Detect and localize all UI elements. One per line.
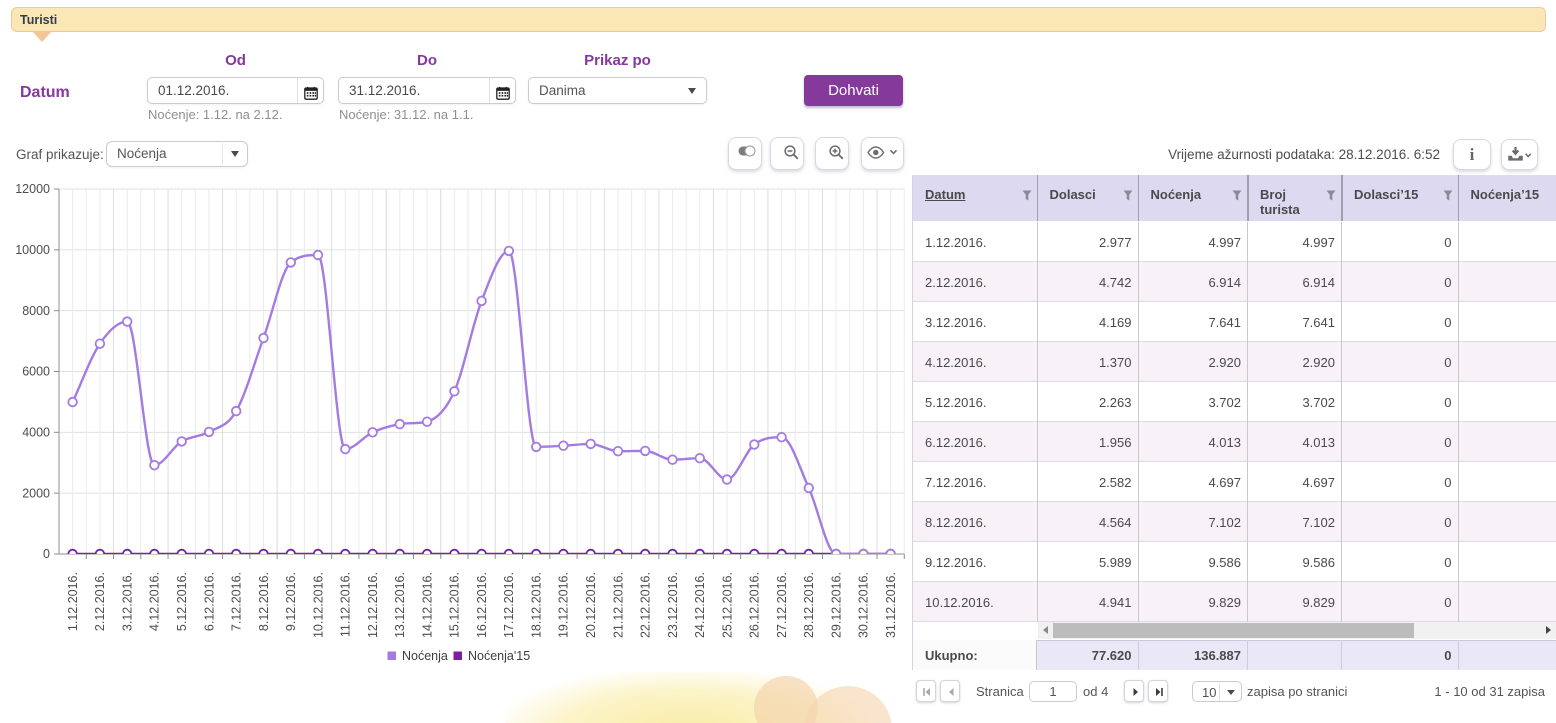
svg-text:21.12.2016.: 21.12.2016. [611,572,625,638]
svg-text:4.12.2016.: 4.12.2016. [148,572,162,631]
svg-text:30.12.2016.: 30.12.2016. [857,572,871,638]
svg-text:2.12.2016.: 2.12.2016. [93,572,107,631]
svg-text:12000: 12000 [15,182,50,196]
svg-text:8000: 8000 [22,304,50,318]
svg-text:24.12.2016.: 24.12.2016. [693,572,707,638]
svg-text:Noćenja'15: Noćenja'15 [468,649,530,663]
svg-text:27.12.2016.: 27.12.2016. [775,572,789,638]
svg-text:13.12.2016.: 13.12.2016. [393,572,407,638]
svg-text:14.12.2016.: 14.12.2016. [420,572,434,638]
svg-text:4000: 4000 [22,426,50,440]
svg-text:16.12.2016.: 16.12.2016. [475,572,489,638]
svg-text:31.12.2016.: 31.12.2016. [884,572,898,638]
svg-text:Noćenja: Noćenja [402,649,448,663]
svg-text:25.12.2016.: 25.12.2016. [720,572,734,638]
svg-text:7.12.2016.: 7.12.2016. [230,572,244,631]
svg-text:20.12.2016.: 20.12.2016. [584,572,598,638]
svg-text:3.12.2016.: 3.12.2016. [121,572,135,631]
svg-text:17.12.2016.: 17.12.2016. [502,572,516,638]
svg-text:5.12.2016.: 5.12.2016. [175,572,189,631]
svg-text:11.12.2016.: 11.12.2016. [339,572,353,637]
svg-text:23.12.2016.: 23.12.2016. [666,572,680,638]
svg-text:10000: 10000 [15,243,50,257]
svg-text:1.12.2016.: 1.12.2016. [66,572,80,631]
svg-text:28.12.2016.: 28.12.2016. [802,572,816,638]
svg-text:8.12.2016.: 8.12.2016. [257,572,271,631]
svg-text:15.12.2016.: 15.12.2016. [448,572,462,638]
svg-text:6000: 6000 [22,365,50,379]
svg-text:29.12.2016.: 29.12.2016. [829,572,843,638]
svg-text:10.12.2016.: 10.12.2016. [311,572,325,638]
svg-text:0: 0 [43,547,50,561]
svg-text:6.12.2016.: 6.12.2016. [202,572,216,631]
svg-text:12.12.2016.: 12.12.2016. [366,572,380,638]
svg-text:19.12.2016.: 19.12.2016. [557,572,571,638]
svg-text:9.12.2016.: 9.12.2016. [284,572,298,631]
svg-text:22.12.2016.: 22.12.2016. [639,572,653,638]
svg-text:18.12.2016.: 18.12.2016. [530,572,544,638]
svg-text:2000: 2000 [22,486,50,500]
svg-text:26.12.2016.: 26.12.2016. [748,572,762,638]
